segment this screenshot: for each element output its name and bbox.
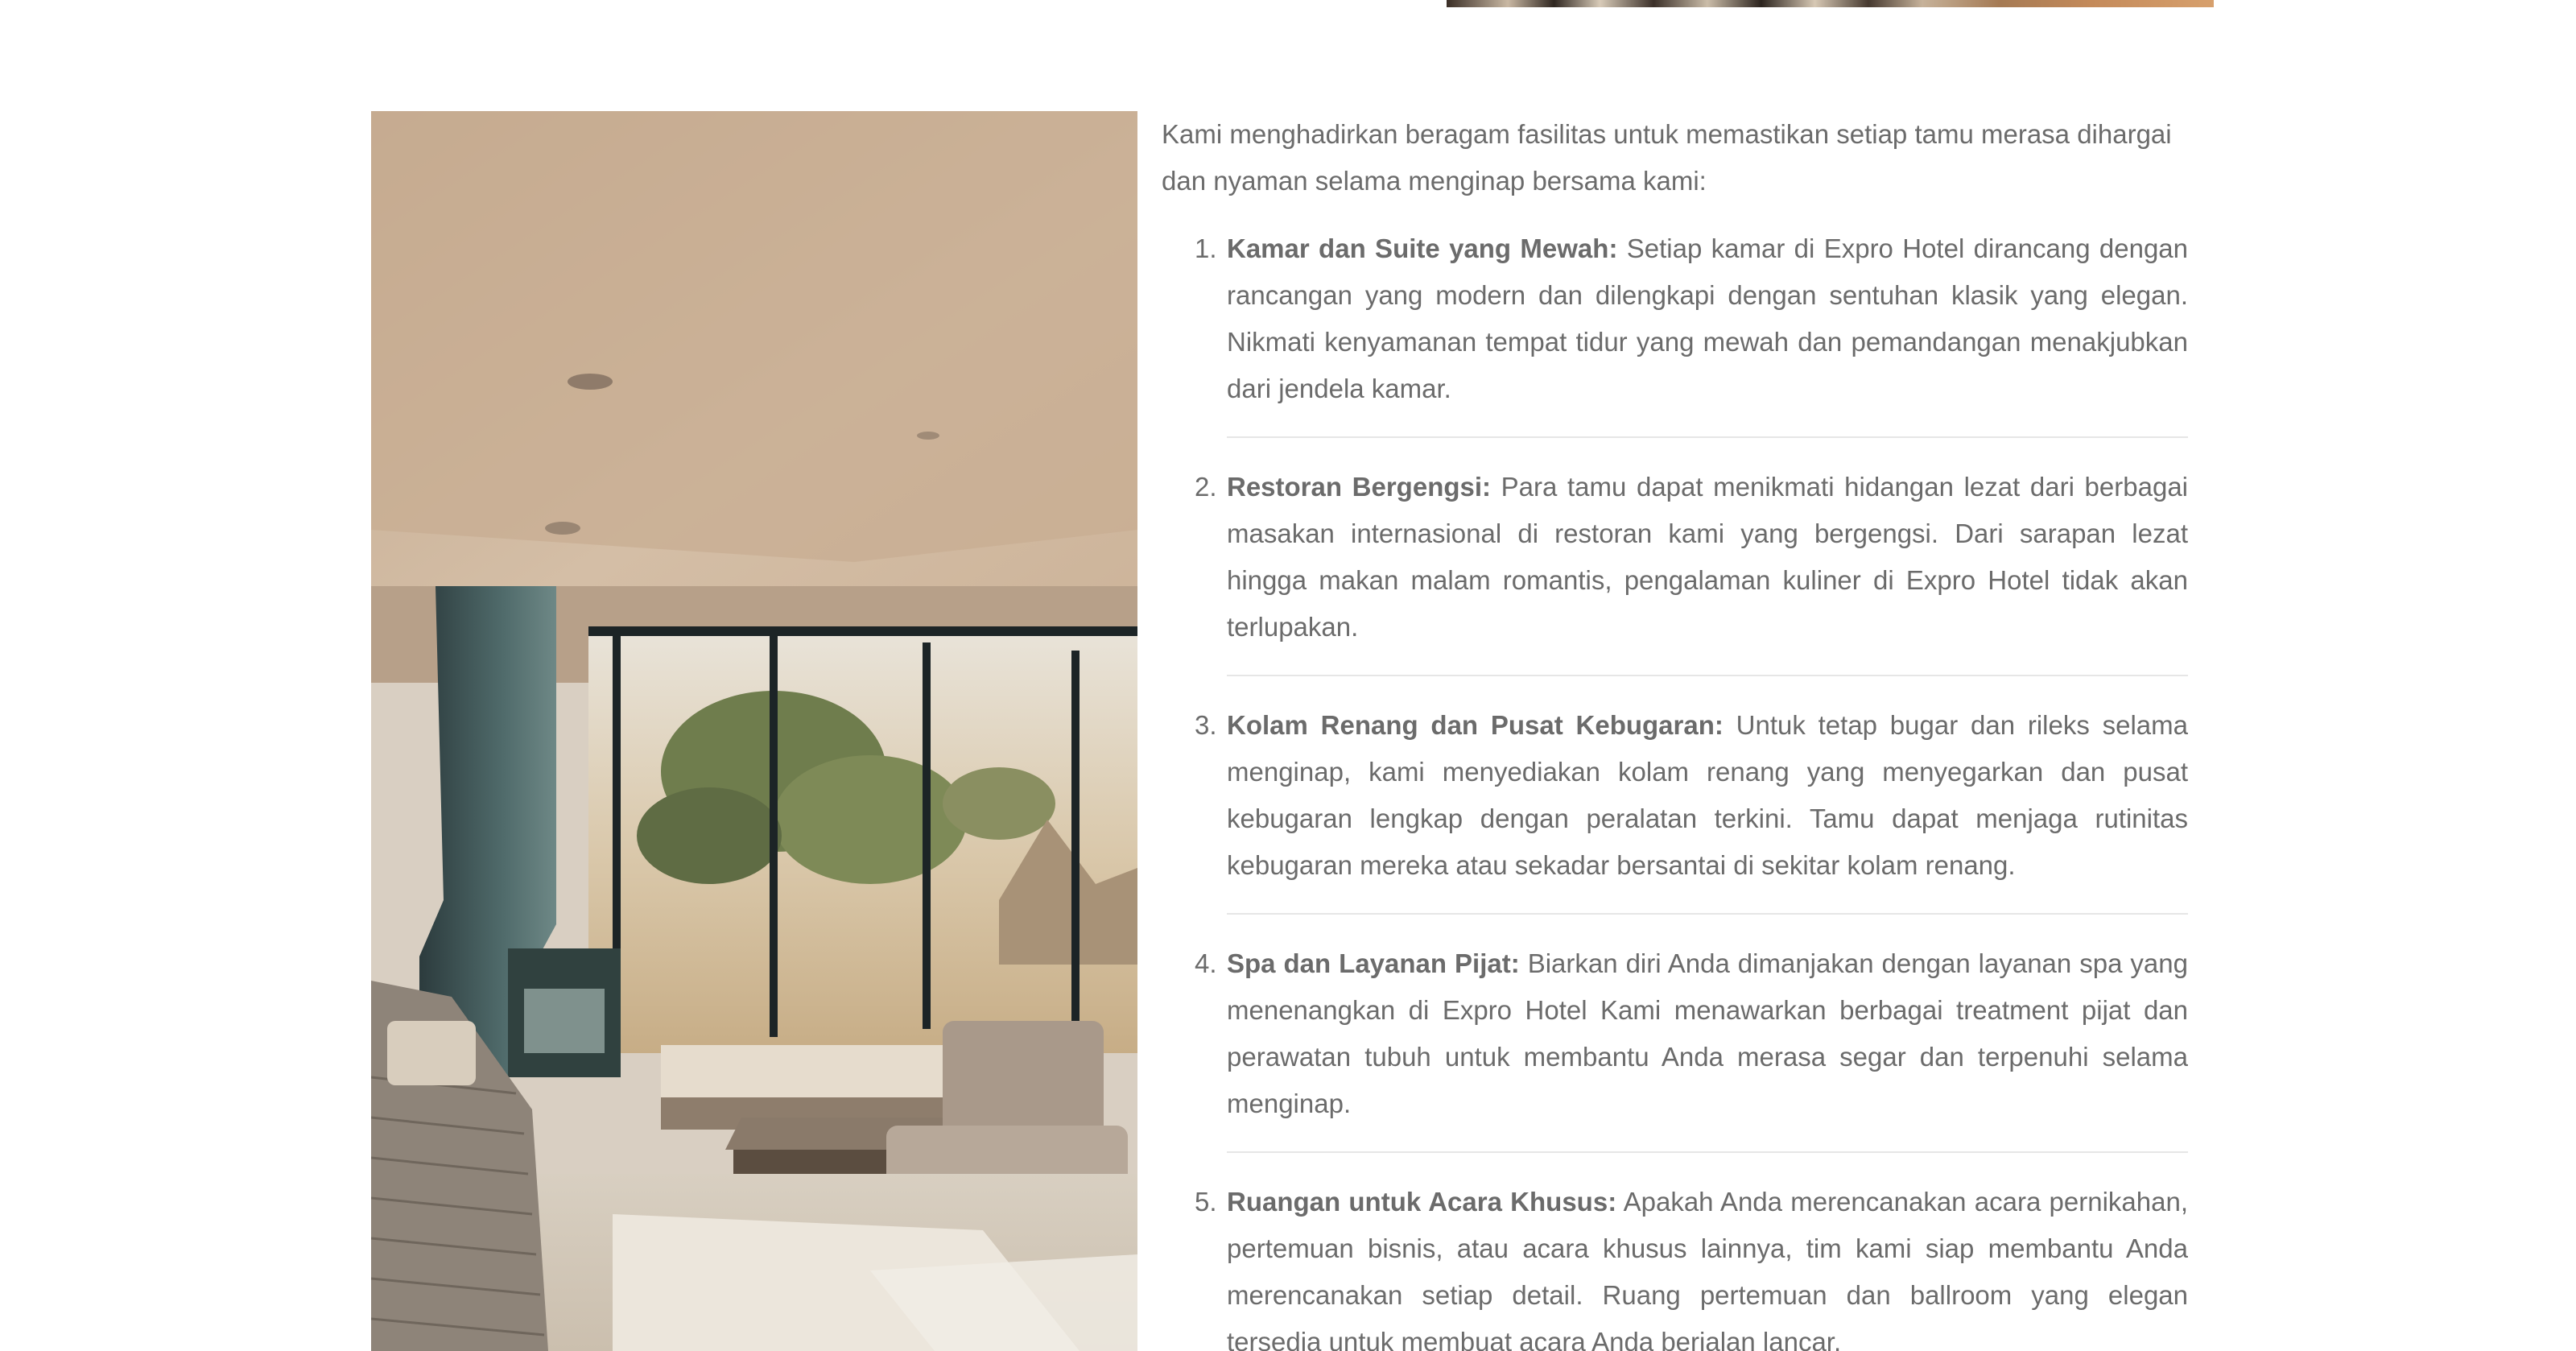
- facilities-list: 1. Kamar dan Suite yang Mewah: Setiap ka…: [1162, 225, 2188, 1351]
- list-item: 2. Restoran Bergengsi: Para tamu dapat m…: [1195, 464, 2188, 676]
- list-item-text: Ruangan untuk Acara Khusus: Apakah Anda …: [1227, 1179, 2188, 1351]
- list-item: 4. Spa dan Layanan Pijat: Biarkan diri A…: [1195, 940, 2188, 1153]
- hotel-living-room-photo: [371, 111, 1137, 1351]
- list-item-title: Spa dan Layanan Pijat:: [1227, 948, 1520, 978]
- list-item-number: 2.: [1195, 472, 1217, 502]
- list-item-number: 4.: [1195, 948, 1217, 978]
- facilities-section: Kami menghadirkan beragam fasilitas untu…: [1162, 111, 2188, 1351]
- list-item-title: Kolam Renang dan Pusat Kebugaran:: [1227, 710, 1724, 740]
- list-item-number: 1.: [1195, 233, 1217, 263]
- facilities-intro: Kami menghadirkan beragam fasilitas untu…: [1162, 119, 2172, 196]
- list-item-title: Ruangan untuk Acara Khusus:: [1227, 1187, 1617, 1217]
- list-item-title: Kamar dan Suite yang Mewah:: [1227, 233, 1618, 263]
- list-item-text: Kamar dan Suite yang Mewah: Setiap kamar…: [1227, 225, 2188, 412]
- list-item-text: Kolam Renang dan Pusat Kebugaran: Untuk …: [1227, 702, 2188, 889]
- list-item: 3. Kolam Renang dan Pusat Kebugaran: Unt…: [1195, 702, 2188, 915]
- list-item: 1. Kamar dan Suite yang Mewah: Setiap ka…: [1195, 225, 2188, 438]
- list-item-number: 3.: [1195, 710, 1217, 740]
- list-item-title: Restoran Bergengsi:: [1227, 472, 1492, 502]
- list-item-number: 5.: [1195, 1187, 1217, 1217]
- list-item-text: Restoran Bergengsi: Para tamu dapat meni…: [1227, 464, 2188, 651]
- list-item: 5. Ruangan untuk Acara Khusus: Apakah An…: [1195, 1179, 2188, 1351]
- list-item-text: Spa dan Layanan Pijat: Biarkan diri Anda…: [1227, 940, 2188, 1127]
- top-image-strip: [1447, 0, 2214, 7]
